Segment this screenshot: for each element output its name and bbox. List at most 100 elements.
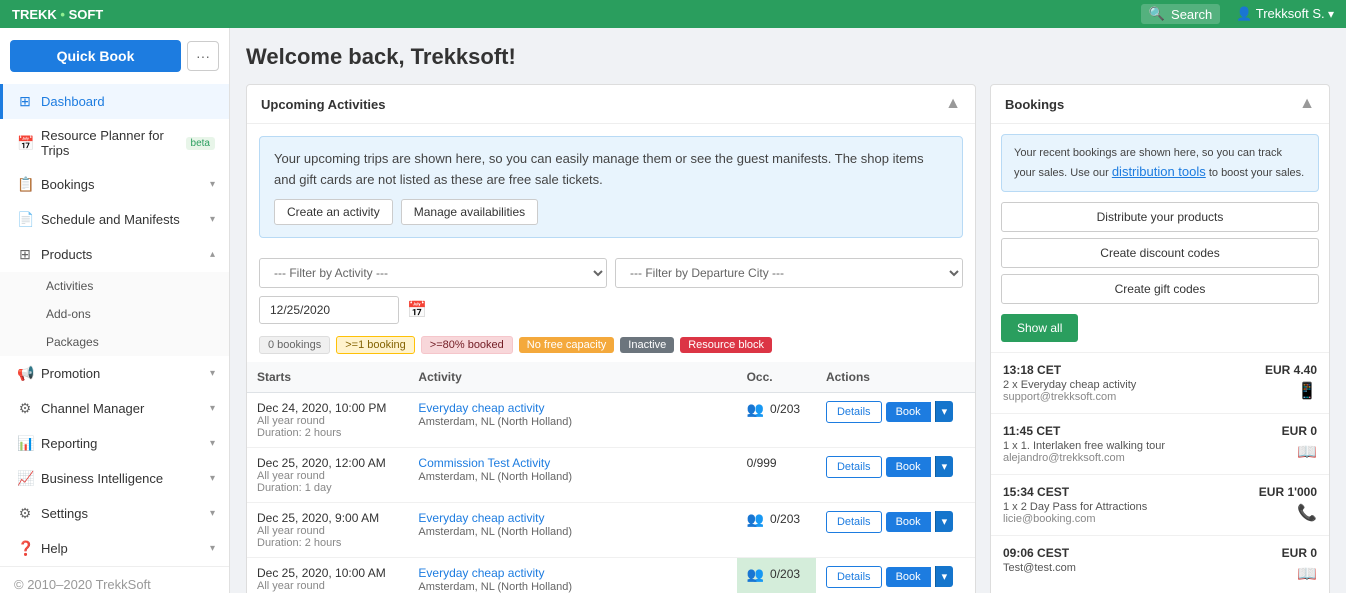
distribute-products-button[interactable]: Distribute your products [1001, 202, 1319, 232]
chevron-down-icon: ▾ [210, 403, 215, 414]
sidebar-item-resource-planner[interactable]: 📅 Resource Planner for Trips beta [0, 119, 229, 167]
bookings-info-box: Your recent bookings are shown here, so … [1001, 134, 1319, 192]
activity-link[interactable]: Everyday cheap activity [418, 511, 544, 525]
book-dropdown-button[interactable]: ▾ [935, 456, 954, 477]
chevron-down-icon: ▾ [210, 368, 215, 379]
manage-availabilities-button[interactable]: Manage availabilities [401, 199, 538, 225]
sidebar-item-label: Bookings [41, 177, 210, 192]
legend-zero: 0 bookings [259, 336, 330, 354]
cell-occ: 👥 0/203 [737, 392, 816, 447]
sidebar-item-help[interactable]: ❓ Help ▾ [0, 531, 229, 566]
quickbook-more-button[interactable]: ··· [187, 41, 219, 71]
legend-inactive: Inactive [620, 337, 674, 353]
book-button[interactable]: Book [886, 457, 931, 477]
schedule-icon: 📄 [17, 211, 33, 228]
content-row: Upcoming Activities ▲ Your upcoming trip… [246, 84, 1330, 593]
details-button[interactable]: Details [826, 511, 882, 533]
top-nav: TREKK • SOFT 🔍 Search 👤 Trekksoft S. ▾ [0, 0, 1346, 28]
collapse-button[interactable]: ▲ [945, 95, 961, 113]
booking-email: support@trekksoft.com [1003, 391, 1265, 403]
activity-link[interactable]: Commission Test Activity [418, 456, 550, 470]
cell-actions: Details Book ▾ [816, 392, 975, 447]
activity-link[interactable]: Everyday cheap activity [418, 566, 544, 580]
bookings-collapse-button[interactable]: ▲ [1299, 95, 1315, 113]
sidebar-item-dashboard[interactable]: ⊞ Dashboard [0, 84, 229, 119]
upcoming-activities-title: Upcoming Activities [261, 97, 385, 112]
booking-amount: EUR 0 [1282, 546, 1317, 560]
top-nav-right: 🔍 Search 👤 Trekksoft S. ▾ [1141, 4, 1334, 24]
sidebar-item-promotion[interactable]: 📢 Promotion ▾ [0, 356, 229, 391]
channel-manager-icon: ⚙ [17, 400, 33, 417]
create-gift-codes-button[interactable]: Create gift codes [1001, 274, 1319, 304]
col-actions: Actions [816, 362, 975, 393]
cell-occ: 0/999 [737, 447, 816, 502]
right-panel: Bookings ▲ Your recent bookings are show… [990, 84, 1330, 593]
distribution-tools-link[interactable]: distribution tools [1112, 164, 1206, 179]
activity-link[interactable]: Everyday cheap activity [418, 401, 544, 415]
sidebar-item-bookings[interactable]: 📋 Bookings ▾ [0, 167, 229, 202]
details-button[interactable]: Details [826, 401, 882, 423]
cell-activity: Commission Test Activity Amsterdam, NL (… [408, 447, 736, 502]
booking-right: EUR 0 📖 [1282, 546, 1317, 584]
sidebar-item-channel-manager[interactable]: ⚙ Channel Manager ▾ [0, 391, 229, 426]
reporting-icon: 📊 [17, 435, 33, 452]
search-bar[interactable]: 🔍 Search [1141, 4, 1220, 24]
legend-nofree: No free capacity [519, 337, 614, 353]
upcoming-info-box: Your upcoming trips are shown here, so y… [259, 136, 963, 238]
sidebar-footer: © 2010–2020 TrekkSoft Version: 2.233.0.4… [0, 566, 229, 593]
resource-planner-icon: 📅 [17, 135, 33, 152]
show-all-button[interactable]: Show all [1001, 314, 1078, 342]
book-button[interactable]: Book [886, 567, 931, 587]
occupancy-number: 0/999 [747, 456, 777, 470]
book-dropdown-button[interactable]: ▾ [935, 511, 954, 532]
booking-item-left: 09:06 CEST Test@test.com [1003, 546, 1282, 574]
filter-city-select[interactable]: --- Filter by Departure City --- [615, 258, 963, 288]
book-button[interactable]: Book [886, 402, 931, 422]
cell-starts: Dec 24, 2020, 10:00 PM All year round Du… [247, 392, 408, 447]
date-input[interactable] [259, 296, 399, 324]
bookings-list: 13:18 CET 2 x Everyday cheap activity su… [991, 352, 1329, 593]
cell-activity: Everyday cheap activity Amsterdam, NL (N… [408, 502, 736, 557]
person-icon: 👥 [747, 401, 764, 418]
details-button[interactable]: Details [826, 566, 882, 588]
sidebar-item-label: Promotion [41, 366, 210, 381]
cell-actions: Details Book ▾ [816, 447, 975, 502]
sidebar-subitem-packages[interactable]: Packages [36, 328, 229, 356]
booking-item-left: 11:45 CET 1 x 1. Interlaken free walking… [1003, 424, 1282, 464]
sidebar-item-label: Products [41, 247, 210, 262]
sidebar-item-label: Channel Manager [41, 401, 210, 416]
sidebar-item-settings[interactable]: ⚙ Settings ▾ [0, 496, 229, 531]
book-button[interactable]: Book [886, 512, 931, 532]
sidebar-subitem-addons[interactable]: Add-ons [36, 300, 229, 328]
person-icon: 👥 [747, 566, 764, 583]
cell-actions: Details Book ▾ [816, 502, 975, 557]
booking-channel-icon: 📖 [1297, 442, 1317, 462]
calendar-icon[interactable]: 📅 [407, 300, 427, 320]
booking-time: 09:06 CEST [1003, 546, 1282, 560]
filter-activity-select[interactable]: --- Filter by Activity --- [259, 258, 607, 288]
sidebar-item-schedule-manifests[interactable]: 📄 Schedule and Manifests ▾ [0, 202, 229, 237]
sidebar-item-business-intelligence[interactable]: 📈 Business Intelligence ▾ [0, 461, 229, 496]
booking-right: EUR 1'000 📞 [1259, 485, 1317, 523]
user-menu[interactable]: 👤 Trekksoft S. ▾ [1236, 6, 1334, 22]
booking-item-left: 13:18 CET 2 x Everyday cheap activity su… [1003, 363, 1265, 403]
sidebar-item-products[interactable]: ⊞ Products ▴ [0, 237, 229, 272]
create-activity-button[interactable]: Create an activity [274, 199, 393, 225]
user-icon: 👤 [1236, 6, 1252, 21]
table-row: Dec 25, 2020, 12:00 AM All year round Du… [247, 447, 975, 502]
quickbook-button[interactable]: Quick Book [10, 40, 181, 72]
details-button[interactable]: Details [826, 456, 882, 478]
settings-icon: ⚙ [17, 505, 33, 522]
create-discount-codes-button[interactable]: Create discount codes [1001, 238, 1319, 268]
book-dropdown-button[interactable]: ▾ [935, 566, 954, 587]
search-icon: 🔍 [1149, 6, 1165, 22]
search-label[interactable]: Search [1171, 7, 1212, 22]
legend-eighty: >=80% booked [421, 336, 513, 354]
booking-item: 09:06 CEST Test@test.com EUR 0 📖 [991, 535, 1329, 593]
sidebar-item-label: Reporting [41, 436, 210, 451]
sidebar-item-reporting[interactable]: 📊 Reporting ▾ [0, 426, 229, 461]
booking-desc: Test@test.com [1003, 562, 1282, 574]
book-dropdown-button[interactable]: ▾ [935, 401, 954, 422]
filters-row: --- Filter by Activity --- --- Filter by… [247, 250, 975, 296]
sidebar-subitem-activities[interactable]: Activities [36, 272, 229, 300]
